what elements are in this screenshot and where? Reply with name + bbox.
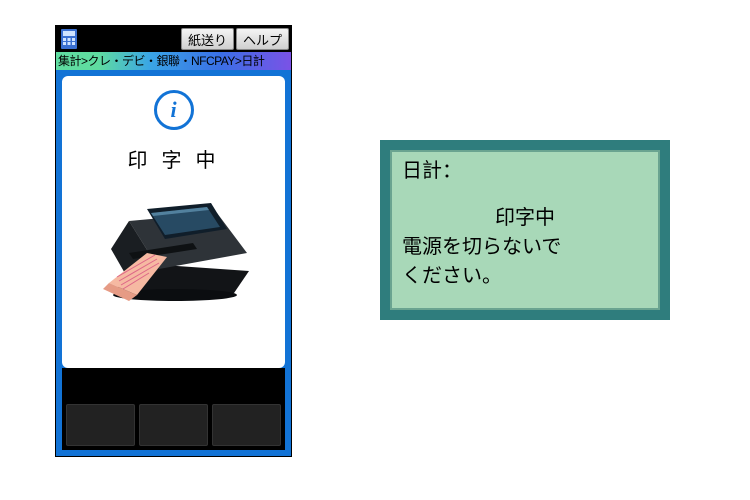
customer-display-screen: 日計： 印字中 電源を切らないで ください。: [390, 150, 660, 310]
terminal-topbar: 紙送り ヘルプ: [56, 26, 291, 52]
breadcrumb: 集計>クレ・デビ・銀聯・NFCPAY>日計: [56, 52, 291, 70]
lcd-status-text: 印字中: [402, 205, 648, 232]
topbar-spacer: [82, 26, 181, 52]
paper-feed-button[interactable]: 紙送り: [181, 28, 234, 50]
help-button[interactable]: ヘルプ: [236, 28, 289, 50]
softkey-slot-3[interactable]: [212, 404, 281, 446]
softkey-slot-1[interactable]: [66, 404, 135, 446]
lcd-title: 日計：: [402, 158, 648, 185]
calculator-icon: [56, 26, 82, 52]
printer-illustration: [89, 183, 259, 313]
info-icon: i: [154, 90, 194, 130]
printing-status-text: 印字中: [118, 144, 230, 173]
terminal-screen: i 印字中: [56, 70, 291, 456]
terminal-device: 紙送り ヘルプ 集計>クレ・デビ・銀聯・NFCPAY>日計 i 印字中: [55, 25, 292, 457]
lcd-warning-line2: ください。: [402, 263, 648, 290]
customer-display: 日計： 印字中 電源を切らないで ください。: [380, 140, 670, 320]
info-panel: i 印字中: [62, 76, 285, 368]
terminal-softkey-bar: [62, 368, 285, 450]
softkey-slot-2[interactable]: [139, 404, 208, 446]
lcd-warning-line1: 電源を切らないで: [402, 234, 648, 261]
